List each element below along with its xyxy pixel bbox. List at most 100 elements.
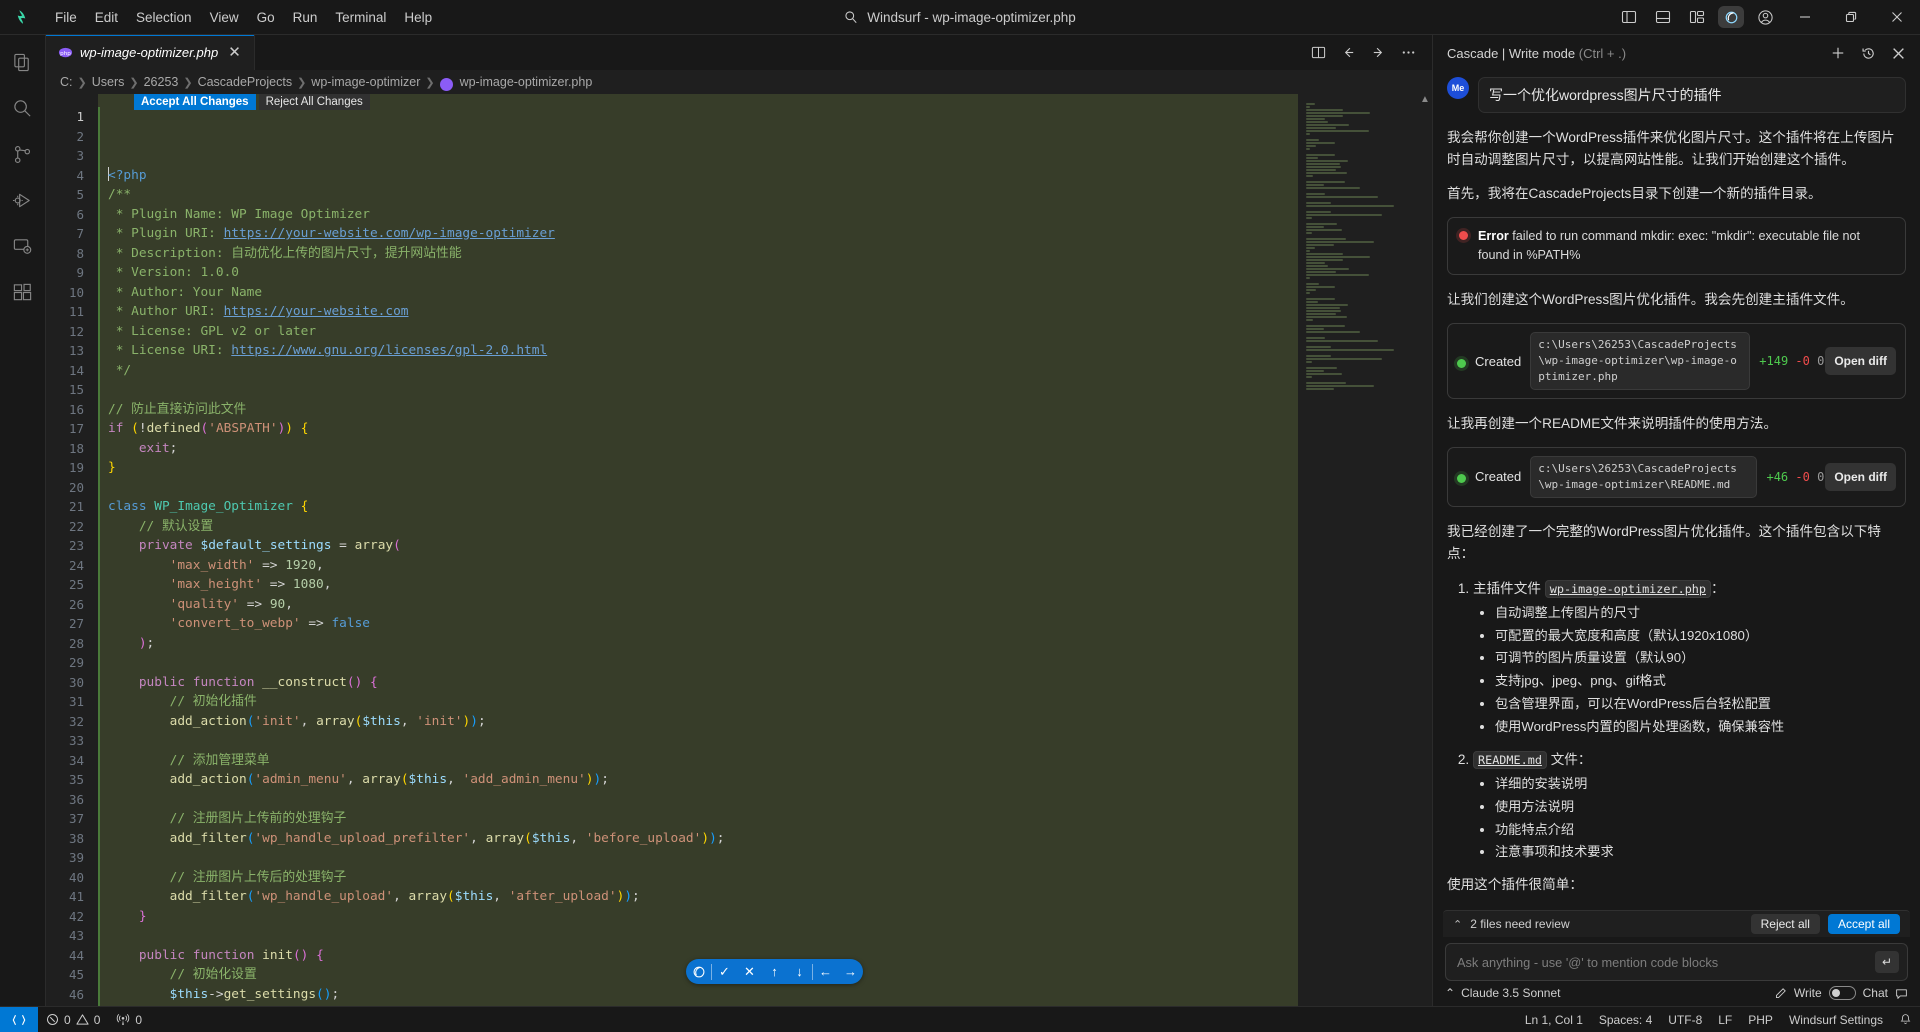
code-line[interactable]: <?php: [98, 166, 1298, 186]
language-mode-status[interactable]: PHP: [1740, 1007, 1781, 1032]
code-line[interactable]: // 注册图片上传前的处理钩子: [98, 809, 1298, 829]
menu-selection[interactable]: Selection: [127, 0, 201, 34]
scroll-up-arrow[interactable]: ▲: [1418, 94, 1432, 105]
code-line[interactable]: [98, 478, 1298, 498]
undo-icon[interactable]: ←: [813, 959, 838, 984]
code-line[interactable]: * Author: Your Name: [98, 283, 1298, 303]
history-icon[interactable]: [1856, 41, 1880, 65]
next-change-icon[interactable]: ↓: [787, 959, 812, 984]
code-line[interactable]: [98, 731, 1298, 751]
code-line[interactable]: [98, 653, 1298, 673]
breadcrumb-segment-1[interactable]: Users: [92, 75, 125, 89]
menu-go[interactable]: Go: [248, 0, 284, 34]
accept-all-changes-button[interactable]: Accept All Changes: [134, 94, 256, 110]
code-line[interactable]: * Version: 1.0.0: [98, 263, 1298, 283]
composer-input-wrap[interactable]: ↵: [1445, 943, 1908, 981]
toggle-primary-sidebar-icon[interactable]: [1612, 0, 1646, 35]
cascade-conversation[interactable]: Me 写一个优化wordpress图片尺寸的插件 我会帮你创建一个WordPre…: [1433, 71, 1920, 910]
window-restore-button[interactable]: [1828, 0, 1874, 35]
reject-all-changes-button[interactable]: Reject All Changes: [258, 94, 370, 110]
new-conversation-icon[interactable]: [1826, 41, 1850, 65]
files-icon[interactable]: [0, 39, 46, 85]
code-line[interactable]: 'max_width' => 1920,: [98, 556, 1298, 576]
code-line[interactable]: * License: GPL v2 or later: [98, 322, 1298, 342]
code-line[interactable]: }: [98, 458, 1298, 478]
code-editor[interactable]: 1 2 3 4 5 6 7 8 9 10 11 12 13 14 15 16 17 18 19 20 21 22 23 24 2…: [46, 94, 1298, 1006]
reject-icon[interactable]: ✕: [737, 959, 762, 984]
windsurf-icon[interactable]: [686, 959, 711, 984]
code-line[interactable]: add_action('init', array($this, 'init'))…: [98, 712, 1298, 732]
code-line[interactable]: * License URI: https://www.gnu.org/licen…: [98, 341, 1298, 361]
menu-help[interactable]: Help: [395, 0, 441, 34]
close-icon[interactable]: ✕: [225, 43, 244, 62]
code-line[interactable]: 'max_height' => 1080,: [98, 575, 1298, 595]
mode-toggle-switch[interactable]: [1828, 986, 1856, 1000]
code-line[interactable]: $this->get_settings();: [98, 985, 1298, 1005]
code-line[interactable]: // 添加管理菜单: [98, 751, 1298, 771]
open-diff-button[interactable]: Open diff: [1825, 462, 1896, 491]
code-line[interactable]: add_filter('wp_handle_upload', array($th…: [98, 887, 1298, 907]
editor-scrollbar[interactable]: ▲: [1418, 94, 1432, 1006]
code-line[interactable]: /**: [98, 185, 1298, 205]
breadcrumb-segment-2[interactable]: 26253: [144, 75, 179, 89]
code-content[interactable]: <?php/** * Plugin Name: WP Image Optimiz…: [98, 94, 1298, 1006]
forward-arrow-icon[interactable]: [1364, 39, 1392, 67]
remote-window-icon[interactable]: [0, 1006, 38, 1032]
back-arrow-icon[interactable]: [1334, 39, 1362, 67]
minimap[interactable]: [1298, 94, 1418, 1006]
code-line[interactable]: 'convert_to_webp' => false: [98, 614, 1298, 634]
code-line[interactable]: if (!defined('ABSPATH')) {: [98, 419, 1298, 439]
problems-status[interactable]: 0 0: [38, 1007, 108, 1032]
menu-terminal[interactable]: Terminal: [326, 0, 395, 34]
account-icon[interactable]: [1748, 0, 1782, 35]
code-line[interactable]: [98, 848, 1298, 868]
code-line[interactable]: exit;: [98, 439, 1298, 459]
menu-view[interactable]: View: [201, 0, 248, 34]
code-line[interactable]: }: [98, 907, 1298, 927]
windsurf-settings-status[interactable]: Windsurf Settings: [1781, 1007, 1891, 1032]
code-line[interactable]: class WP_Image_Optimizer {: [98, 497, 1298, 517]
menu-file[interactable]: File: [46, 0, 86, 34]
search-icon[interactable]: [0, 85, 46, 131]
more-actions-icon[interactable]: [1394, 39, 1422, 67]
cursor-position-status[interactable]: Ln 1, Col 1: [1517, 1007, 1591, 1032]
model-picker[interactable]: ⌃ Claude 3.5 Sonnet: [1445, 986, 1560, 1000]
extensions-icon[interactable]: [0, 269, 46, 315]
code-line[interactable]: */: [98, 361, 1298, 381]
code-line[interactable]: // 默认设置: [98, 517, 1298, 537]
chat-input[interactable]: [1457, 954, 1875, 970]
source-control-icon[interactable]: [0, 131, 46, 177]
open-diff-button[interactable]: Open diff: [1825, 347, 1896, 376]
breadcrumb-segment-3[interactable]: CascadeProjects: [198, 75, 293, 89]
redo-icon[interactable]: →: [838, 959, 863, 984]
toggle-panel-icon[interactable]: [1646, 0, 1680, 35]
menu-edit[interactable]: Edit: [86, 0, 127, 34]
code-line[interactable]: * Description: 自动优化上传的图片尺寸，提升网站性能: [98, 244, 1298, 264]
chevron-up-icon[interactable]: ⌃: [1453, 918, 1462, 931]
inline-code[interactable]: README.md: [1473, 751, 1547, 770]
code-line[interactable]: * Author URI: https://your-website.com: [98, 302, 1298, 322]
mode-toggle[interactable]: Write Chat: [1774, 986, 1908, 1000]
code-line[interactable]: add_action('admin_menu', array($this, 'a…: [98, 770, 1298, 790]
code-line[interactable]: public function __construct() {: [98, 673, 1298, 693]
split-editor-icon[interactable]: [1304, 39, 1332, 67]
code-line[interactable]: private $default_settings = array(: [98, 536, 1298, 556]
remote-explorer-icon[interactable]: [0, 223, 46, 269]
code-line[interactable]: [98, 790, 1298, 810]
code-line[interactable]: * Plugin URI: https://your-website.com/w…: [98, 224, 1298, 244]
accept-icon[interactable]: ✓: [712, 959, 737, 984]
code-line[interactable]: 'quality' => 90,: [98, 595, 1298, 615]
indentation-status[interactable]: Spaces: 4: [1591, 1007, 1660, 1032]
breadcrumb-segment-4[interactable]: wp-image-optimizer: [311, 75, 420, 89]
customize-layout-icon[interactable]: [1680, 0, 1714, 35]
code-line[interactable]: [98, 926, 1298, 946]
debug-icon[interactable]: [0, 177, 46, 223]
code-line[interactable]: [98, 380, 1298, 400]
bell-icon[interactable]: [1891, 1007, 1920, 1032]
code-line[interactable]: * Plugin Name: WP Image Optimizer: [98, 205, 1298, 225]
code-line[interactable]: add_filter('wp_handle_upload_prefilter',…: [98, 829, 1298, 849]
breadcrumb-segment-0[interactable]: C:: [60, 75, 73, 89]
accept-all-button[interactable]: Accept all: [1827, 914, 1900, 934]
window-close-button[interactable]: [1874, 0, 1920, 35]
breadcrumb-segment-5[interactable]: wp-image-optimizer.php: [460, 75, 593, 89]
